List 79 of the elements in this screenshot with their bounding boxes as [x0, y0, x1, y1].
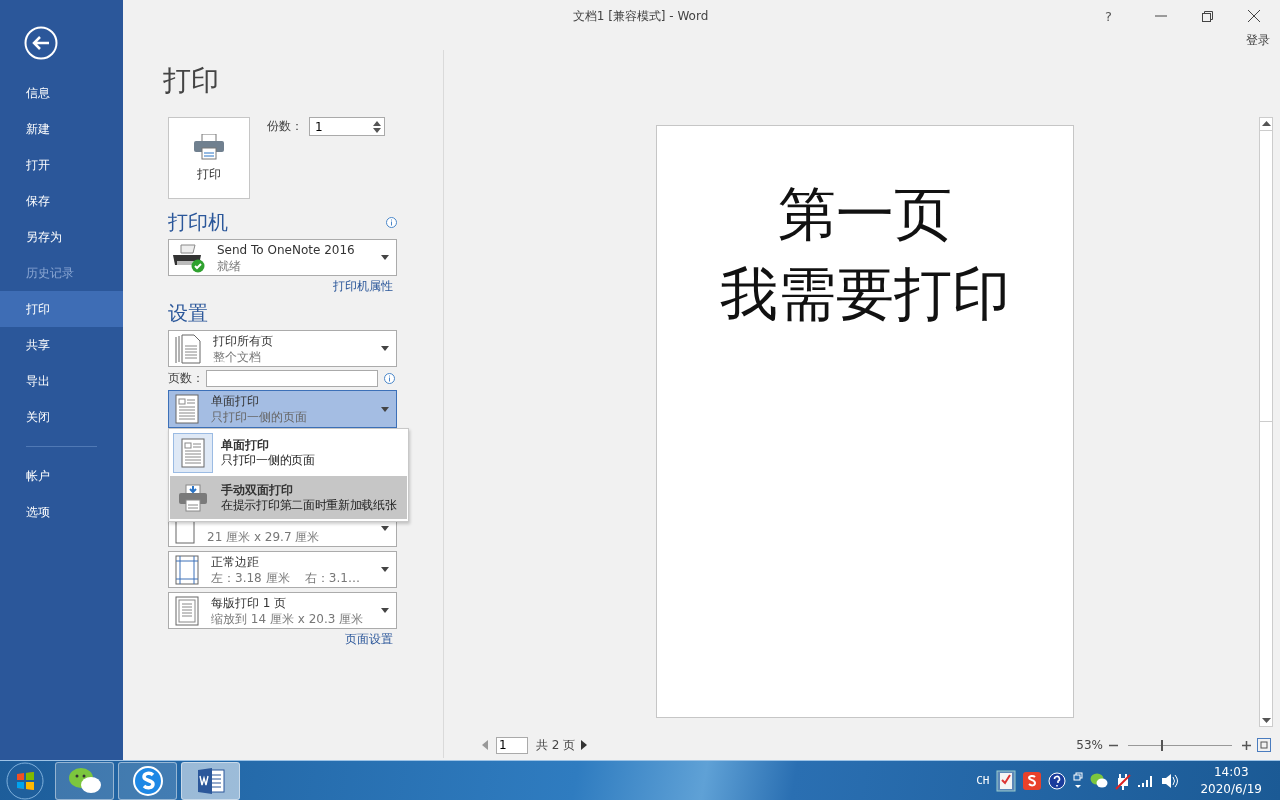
- power-plug-icon[interactable]: [1115, 771, 1132, 790]
- signal-icon[interactable]: [1138, 774, 1155, 787]
- caret-icon: [381, 406, 389, 412]
- taskbar-button[interactable]: [55, 761, 114, 800]
- caret-icon: [381, 608, 389, 613]
- menu-item[interactable]: 手动双面打印 在提示打印第二面时重新加载纸张: [170, 476, 407, 519]
- printer-properties-link[interactable]: 打印机属性: [333, 278, 397, 295]
- print-button[interactable]: 打印: [168, 117, 250, 199]
- page-setup-link[interactable]: 页面设置: [345, 631, 397, 648]
- page-number-field[interactable]: 1: [496, 736, 528, 754]
- pages-field[interactable]: [206, 370, 378, 387]
- copies-field[interactable]: 1: [309, 117, 385, 136]
- windows-icon[interactable]: [1073, 771, 1084, 790]
- printer-icon: [194, 133, 224, 160]
- help-button[interactable]: ?: [1105, 8, 1112, 24]
- close-icon[interactable]: [1248, 10, 1260, 22]
- taskbar-button[interactable]: [118, 761, 177, 800]
- caret-icon: [381, 567, 389, 572]
- caret-icon: [381, 346, 389, 351]
- margins-icon: [175, 554, 199, 585]
- caret-icon: [381, 255, 389, 260]
- document-icon: [175, 595, 199, 626]
- sidebar-item[interactable]: 打开: [0, 147, 123, 183]
- printer-icon: [178, 483, 208, 512]
- section-heading: 打印机: [168, 209, 228, 236]
- page-heading: 打印: [163, 63, 220, 99]
- sidebar-item[interactable]: 信息: [0, 75, 123, 111]
- section-heading: 设置: [168, 300, 209, 327]
- sidebar-item[interactable]: 导出: [0, 363, 123, 399]
- settings-dropdown[interactable]: 打印所有页 整个文档: [168, 330, 397, 367]
- spinner-arrows-icon[interactable]: [373, 120, 381, 133]
- window-title: 文档1 [兼容模式] - Word: [572, 7, 709, 25]
- settings-dropdown[interactable]: 单面打印 只打印一侧的页面: [168, 390, 397, 428]
- pages-icon: [175, 333, 201, 364]
- scrollbar[interactable]: [1259, 117, 1273, 727]
- menu-item[interactable]: 单面打印 只打印一侧的页面: [170, 431, 407, 474]
- printer-dropdown[interactable]: Send To OneNote 2016 就绪: [168, 239, 397, 276]
- sidebar-item[interactable]: 新建: [0, 111, 123, 147]
- start-button[interactable]: [6, 761, 44, 800]
- page-count: 共 2 页: [536, 736, 576, 754]
- document-text: 我需要打印: [720, 261, 1010, 327]
- fit-page-icon[interactable]: [1257, 738, 1271, 752]
- language-indicator[interactable]: CH: [976, 774, 990, 787]
- taskbar-button[interactable]: [181, 761, 240, 800]
- document-icon: [181, 437, 205, 468]
- info-icon[interactable]: [386, 217, 397, 228]
- s-logo-icon: [132, 765, 163, 796]
- document-icon: [175, 394, 199, 424]
- zoom-percent: 53%: [1076, 738, 1103, 752]
- help-icon[interactable]: [1048, 771, 1067, 790]
- sidebar-item[interactable]: 另存为: [0, 219, 123, 255]
- scroll-down-icon[interactable]: [1261, 718, 1271, 724]
- sidebar-item[interactable]: 共享: [0, 327, 123, 363]
- restore-icon[interactable]: [1202, 10, 1213, 22]
- caret-icon: [381, 526, 389, 531]
- scroll-up-icon[interactable]: [1261, 120, 1271, 126]
- speaker-icon[interactable]: [1161, 772, 1180, 789]
- back-icon[interactable]: [24, 26, 58, 60]
- chat-bubbles-icon[interactable]: [1090, 772, 1109, 789]
- document-text: 第一页: [778, 181, 952, 247]
- sidebar-item[interactable]: 帐户: [0, 458, 123, 494]
- document-app-icon: [195, 765, 226, 796]
- sidebar-item[interactable]: 关闭: [0, 399, 123, 435]
- sidebar-item[interactable]: 保存: [0, 183, 123, 219]
- zoom-in-icon[interactable]: [1242, 740, 1251, 750]
- chat-bubbles-icon: [67, 766, 102, 795]
- sign-in-link[interactable]: 登录: [1246, 32, 1270, 50]
- sidebar-item[interactable]: 打印: [0, 291, 123, 327]
- info-icon[interactable]: [384, 373, 395, 384]
- printer-icon: [171, 242, 207, 273]
- copies-label: 份数：: [267, 118, 303, 135]
- sidebar-item[interactable]: 选项: [0, 494, 123, 530]
- settings-dropdown[interactable]: 正常边距 左：3.18 厘米 右：3.1…: [168, 551, 397, 588]
- pages-label: 页数：: [168, 370, 205, 387]
- notepad-icon[interactable]: [996, 769, 1017, 792]
- next-page-icon[interactable]: [581, 740, 588, 750]
- clock[interactable]: 14:03 2020/6/19: [1200, 763, 1262, 798]
- settings-dropdown[interactable]: 每版打印 1 页 缩放到 14 厘米 x 20.3 厘米: [168, 592, 397, 629]
- s-logo-icon[interactable]: [1023, 771, 1042, 790]
